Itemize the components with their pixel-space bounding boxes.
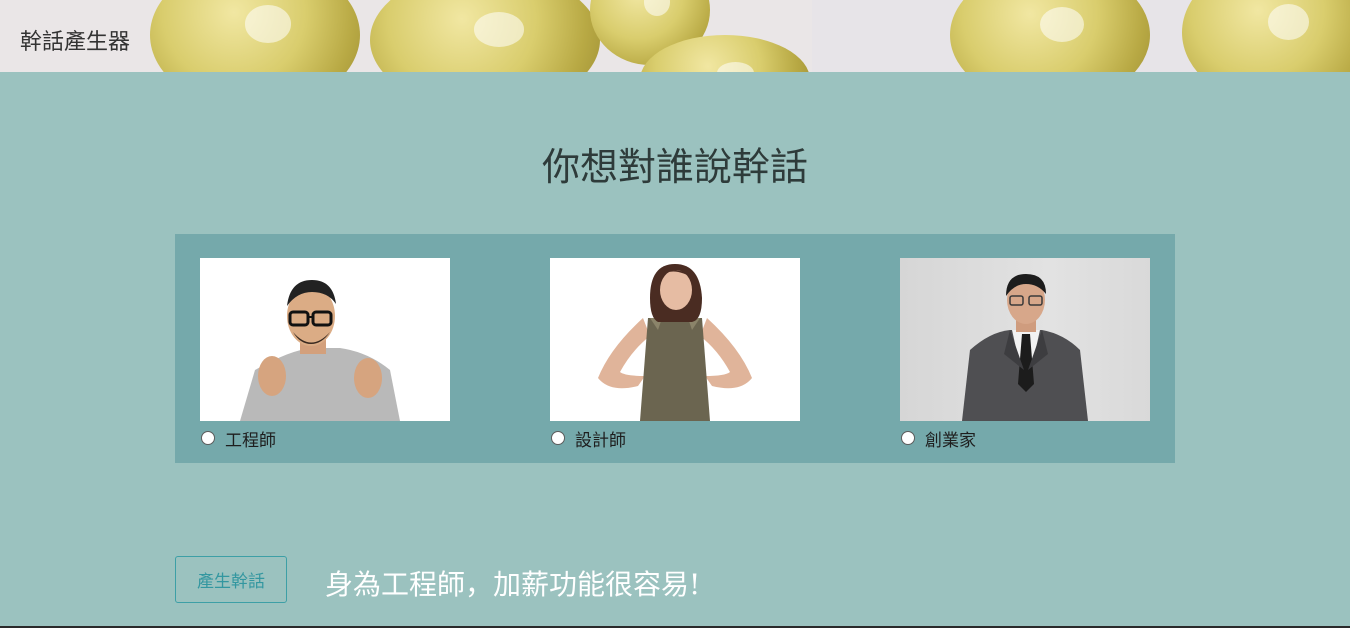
engineer-radio[interactable] [201, 431, 215, 445]
header-banner: 幹話產生器 [0, 0, 1350, 72]
banner-image-right [812, 0, 1350, 72]
option-engineer[interactable]: 工程師 [200, 258, 450, 451]
persona-options-panel: 工程師 設計師 創業家 [175, 234, 1175, 463]
designer-radio[interactable] [551, 431, 565, 445]
page-heading: 你想對誰說幹話 [541, 145, 808, 189]
entrepreneur-radio[interactable] [901, 431, 915, 445]
designer-photo[interactable] [550, 258, 800, 421]
site-title: 幹話產生器 [20, 30, 131, 55]
entrepreneur-photo[interactable] [900, 258, 1150, 421]
engineer-label[interactable]: 工程師 [225, 426, 276, 451]
engineer-photo[interactable] [200, 258, 450, 421]
option-designer[interactable]: 設計師 [550, 258, 800, 451]
option-entrepreneur[interactable]: 創業家 [900, 258, 1150, 451]
designer-label[interactable]: 設計師 [575, 426, 626, 451]
generate-button[interactable]: 產生幹話 [175, 556, 287, 603]
entrepreneur-label[interactable]: 創業家 [925, 426, 976, 451]
result-text: 身為工程師，加薪功能很容易! [325, 568, 701, 601]
